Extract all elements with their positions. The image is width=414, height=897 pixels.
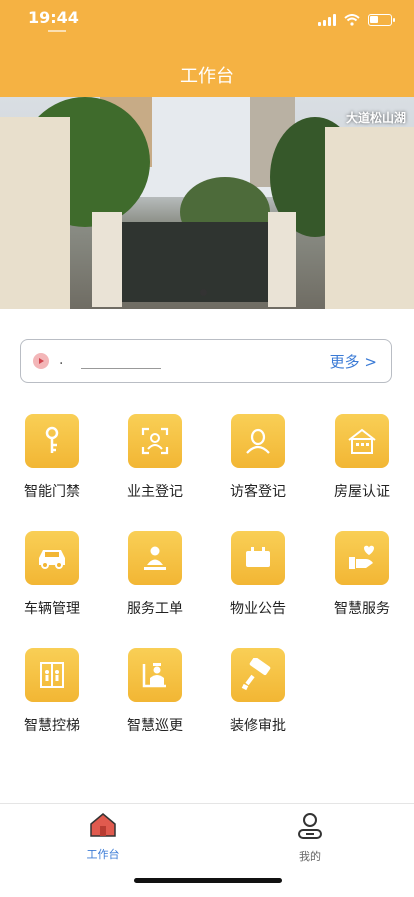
person-icon <box>231 414 285 468</box>
house-icon <box>335 414 389 468</box>
face-scan-icon <box>128 414 182 468</box>
home-icon <box>90 813 116 837</box>
page-title: 工作台 <box>180 66 234 87</box>
tile-smart-service[interactable]: 智慧服务 <box>310 531 414 641</box>
more-link[interactable]: 更多 > <box>330 351 377 372</box>
tab-label: 我的 <box>299 850 321 863</box>
status-time: 19:44 <box>28 8 79 27</box>
play-icon <box>33 353 49 369</box>
wifi-icon <box>344 14 360 26</box>
service-person-icon <box>128 531 182 585</box>
tile-smart-patrol[interactable]: 智慧巡更 <box>103 648 207 758</box>
tile-house-auth[interactable]: 房屋认证 <box>310 414 414 524</box>
banner-gatepost-right <box>268 212 296 307</box>
notice-bar[interactable]: . 更多 > <box>20 339 392 383</box>
tile-label: 访客登记 <box>230 484 286 500</box>
tab-workbench[interactable]: 工作台 <box>63 812 143 862</box>
tile-label: 房屋认证 <box>334 484 390 500</box>
notice-text: . <box>59 352 64 368</box>
home-indicator <box>134 878 282 883</box>
tile-label: 装修审批 <box>230 718 286 734</box>
top-header: 19:44 工作台 <box>0 0 414 97</box>
tab-mine[interactable]: 我的 <box>270 812 350 864</box>
carousel-dot[interactable] <box>200 289 207 296</box>
tile-vehicle[interactable]: 车辆管理 <box>0 531 104 641</box>
banner-pillar-right <box>325 127 414 309</box>
tile-renovation[interactable]: 装修审批 <box>206 648 310 758</box>
tile-smart-access[interactable]: 智能门禁 <box>0 414 104 524</box>
paint-roller-icon <box>231 648 285 702</box>
tile-label: 服务工单 <box>127 601 183 617</box>
banner-caption: 大道松山湖 <box>345 111 406 125</box>
key-icon <box>25 414 79 468</box>
status-indicator <box>48 30 66 32</box>
tile-property-notice[interactable]: 物业公告 <box>206 531 310 641</box>
tile-label: 业主登记 <box>127 484 183 500</box>
tab-label: 工作台 <box>86 848 120 861</box>
battery-icon <box>368 14 395 26</box>
guard-icon <box>128 648 182 702</box>
tile-label: 智能门禁 <box>24 484 80 500</box>
tile-owner-register[interactable]: 业主登记 <box>103 414 207 524</box>
heart-hand-icon <box>335 531 389 585</box>
banner-gatepost-left <box>92 212 122 307</box>
elevator-icon <box>25 648 79 702</box>
status-icons <box>318 14 395 26</box>
car-icon <box>25 531 79 585</box>
tile-label: 车辆管理 <box>24 601 80 617</box>
tile-label: 物业公告 <box>230 601 286 617</box>
tile-smart-elevator[interactable]: 智慧控梯 <box>0 648 104 758</box>
tile-visitor-register[interactable]: 访客登记 <box>206 414 310 524</box>
carousel-dots <box>200 289 207 296</box>
tile-label: 智慧服务 <box>334 601 390 617</box>
banner-pillar-left <box>0 117 70 309</box>
profile-icon <box>298 813 322 839</box>
banner-carousel[interactable]: 大道松山湖 <box>0 97 414 309</box>
banner-gate <box>120 222 270 302</box>
notice-underline <box>81 368 161 369</box>
tile-service-order[interactable]: 服务工单 <box>103 531 207 641</box>
notice-board-icon <box>231 531 285 585</box>
tile-label: 智慧巡更 <box>127 718 183 734</box>
signal-icon <box>318 14 336 26</box>
tile-label: 智慧控梯 <box>24 718 80 734</box>
